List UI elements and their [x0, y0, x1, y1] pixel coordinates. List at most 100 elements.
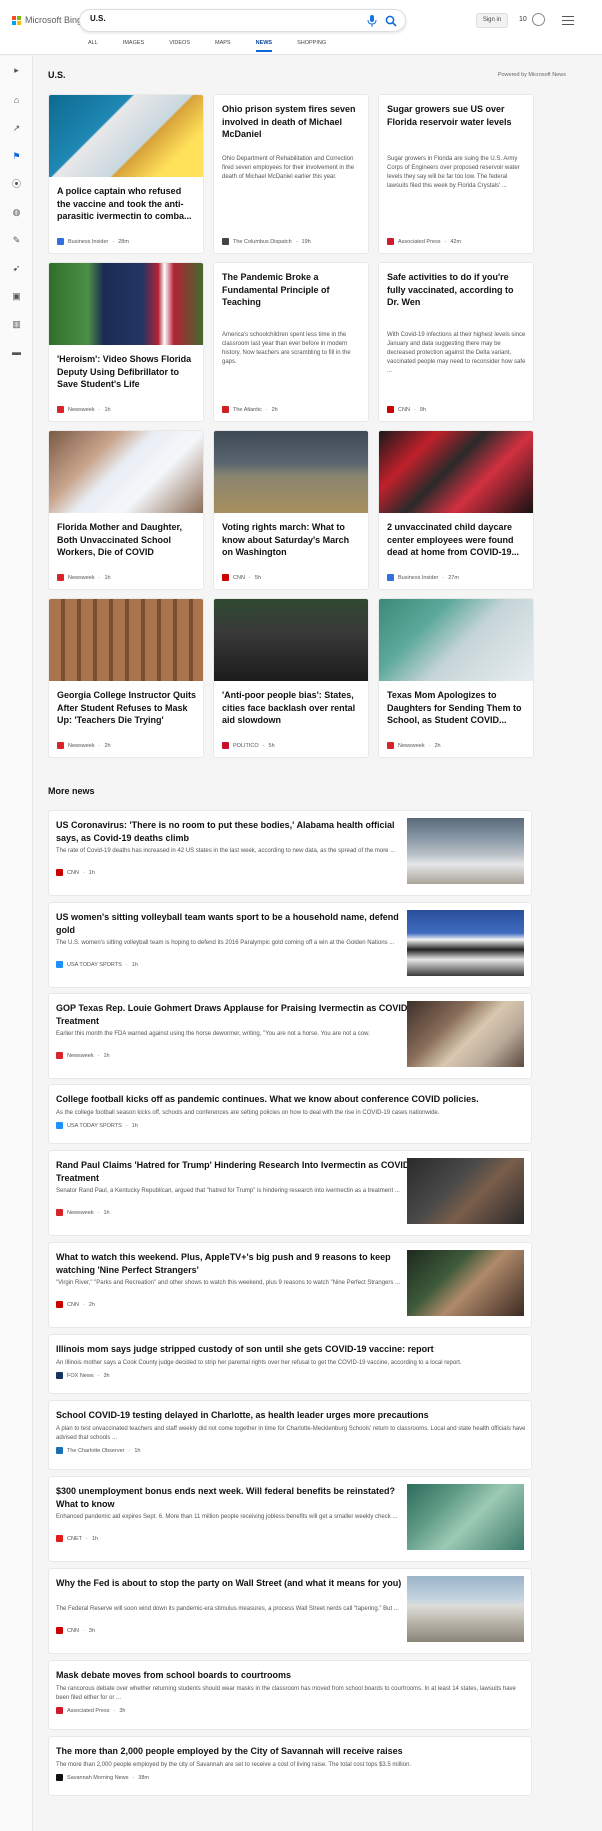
sign-in-button[interactable]: Sign in [476, 13, 508, 28]
rewards-points[interactable]: 10 [519, 16, 527, 23]
microsoft-logo-icon [12, 15, 21, 25]
more-news-item[interactable]: Mask debate moves from school boards to … [48, 1660, 532, 1730]
publisher-logo-icon [56, 1535, 63, 1542]
news-card-source: The Columbus Dispatch · 19h [222, 238, 311, 245]
more-news-title[interactable]: College football kicks off as pandemic c… [56, 1093, 526, 1106]
more-news-thumbnail[interactable] [407, 1250, 524, 1316]
news-card-title[interactable]: Sugar growers sue US over Florida reserv… [387, 103, 527, 128]
world-globe-icon[interactable]: ◍ [12, 208, 21, 217]
publish-time: 1h [134, 1447, 141, 1454]
news-card[interactable]: The Pandemic Broke a Fundamental Princip… [213, 262, 369, 422]
more-news-title[interactable]: School COVID-19 testing delayed in Charl… [56, 1409, 526, 1422]
news-card-image[interactable] [379, 431, 533, 513]
more-news-thumbnail[interactable] [407, 1001, 524, 1067]
more-news-thumbnail[interactable] [407, 1484, 524, 1550]
publisher-logo-icon [56, 1122, 63, 1129]
news-card-title[interactable]: The Pandemic Broke a Fundamental Princip… [222, 271, 362, 309]
separator-dot: · [413, 406, 416, 413]
separator-dot: · [125, 961, 128, 968]
more-news-item[interactable]: Illinois mom says judge stripped custody… [48, 1334, 532, 1394]
hamburger-menu-icon[interactable] [562, 16, 574, 25]
more-news-thumbnail[interactable] [407, 1576, 524, 1642]
news-card-title[interactable]: Georgia College Instructor Quits After S… [57, 689, 197, 727]
expand-arrow-icon[interactable]: ▸ [12, 66, 21, 75]
news-card-title[interactable]: 2 unvaccinated child daycare center empl… [387, 521, 527, 559]
more-news-item[interactable]: US women's sitting volleyball team wants… [48, 902, 532, 988]
more-news-thumbnail[interactable] [407, 818, 524, 884]
news-card[interactable]: Ohio prison system fires seven involved … [213, 94, 369, 254]
news-card-title[interactable]: Ohio prison system fires seven involved … [222, 103, 362, 141]
rewards-trophy-icon[interactable] [532, 13, 545, 26]
news-card[interactable]: 'Anti-poor people bias': States, cities … [213, 598, 369, 758]
news-card-image[interactable] [49, 599, 203, 681]
news-card-title[interactable]: 'Anti-poor people bias': States, cities … [222, 689, 362, 727]
tab-shopping[interactable]: SHOPPING [297, 40, 326, 52]
local-pin-icon[interactable]: ⦿ [12, 180, 21, 189]
news-card-image[interactable] [214, 599, 368, 681]
more-news-title[interactable]: Mask debate moves from school boards to … [56, 1669, 526, 1682]
technology-rocket-icon[interactable]: ➹ [12, 264, 21, 273]
news-card-title[interactable]: Voting rights march: What to know about … [222, 521, 362, 559]
microphone-icon[interactable] [367, 15, 377, 27]
more-news-title[interactable]: $300 unemployment bonus ends next week. … [56, 1485, 416, 1510]
more-news-item[interactable]: US Coronavirus: 'There is no room to put… [48, 810, 532, 896]
news-card-source: Newsweek · 2h [387, 742, 441, 749]
more-news-title[interactable]: US Coronavirus: 'There is no room to put… [56, 819, 416, 844]
more-news-item[interactable]: Why the Fed is about to stop the party o… [48, 1568, 532, 1654]
tab-all[interactable]: ALL [88, 40, 98, 52]
news-card-image[interactable] [49, 95, 203, 177]
science-icon[interactable]: ✎ [12, 236, 21, 245]
news-card-image[interactable] [214, 431, 368, 513]
more-news-thumbnail[interactable] [407, 1158, 524, 1224]
news-card[interactable]: Georgia College Instructor Quits After S… [48, 598, 204, 758]
news-card[interactable]: Sugar growers sue US over Florida reserv… [378, 94, 534, 254]
news-card-title[interactable]: Safe activities to do if you're fully va… [387, 271, 527, 309]
search-icon[interactable] [385, 15, 397, 27]
news-card-image[interactable] [379, 599, 533, 681]
more-news-title[interactable]: The more than 2,000 people employed by t… [56, 1745, 526, 1758]
more-news-item[interactable]: Rand Paul Claims 'Hatred for Trump' Hind… [48, 1150, 532, 1236]
separator-dot: · [428, 742, 431, 749]
more-news-title[interactable]: Why the Fed is about to stop the party o… [56, 1577, 416, 1590]
news-card-image[interactable] [49, 431, 203, 513]
news-card[interactable]: Florida Mother and Daughter, Both Unvacc… [48, 430, 204, 590]
entertainment-icon[interactable]: ▣ [12, 292, 21, 301]
news-card-title[interactable]: Texas Mom Apologizes to Daughters for Se… [387, 689, 527, 727]
news-card[interactable]: Voting rights march: What to know about … [213, 430, 369, 590]
news-card[interactable]: A police captain who refused the vaccine… [48, 94, 204, 254]
more-news-title[interactable]: Rand Paul Claims 'Hatred for Trump' Hind… [56, 1159, 416, 1184]
more-news-title[interactable]: US women's sitting volleyball team wants… [56, 911, 416, 936]
news-card[interactable]: 2 unvaccinated child daycare center empl… [378, 430, 534, 590]
tab-maps[interactable]: MAPS [215, 40, 231, 52]
more-news-item[interactable]: What to watch this weekend. Plus, AppleT… [48, 1242, 532, 1328]
money-icon[interactable]: ▬ [12, 348, 21, 357]
more-news-title[interactable]: Illinois mom says judge stripped custody… [56, 1343, 526, 1356]
more-news-item[interactable]: The more than 2,000 people employed by t… [48, 1736, 532, 1796]
home-icon[interactable]: ⌂ [12, 96, 21, 105]
politics-icon[interactable]: ▥ [12, 320, 21, 329]
more-news-title[interactable]: GOP Texas Rep. Louie Gohmert Draws Appla… [56, 1002, 416, 1027]
more-news-item[interactable]: $300 unemployment bonus ends next week. … [48, 1476, 532, 1562]
more-news-item[interactable]: School COVID-19 testing delayed in Charl… [48, 1400, 532, 1470]
news-card[interactable]: Texas Mom Apologizes to Daughters for Se… [378, 598, 534, 758]
more-news-source: FOX News · 3h [56, 1372, 110, 1379]
more-news-thumbnail[interactable] [407, 910, 524, 976]
search-input[interactable] [90, 14, 340, 23]
news-card-title[interactable]: Florida Mother and Daughter, Both Unvacc… [57, 521, 197, 559]
more-news-item[interactable]: GOP Texas Rep. Louie Gohmert Draws Appla… [48, 993, 532, 1079]
more-news-title[interactable]: What to watch this weekend. Plus, AppleT… [56, 1251, 416, 1276]
news-card-title[interactable]: A police captain who refused the vaccine… [57, 185, 197, 223]
bing-logo[interactable]: Microsoft Bing [12, 15, 82, 25]
search-box[interactable] [79, 9, 406, 32]
news-card[interactable]: Safe activities to do if you're fully va… [378, 262, 534, 422]
more-news-item[interactable]: College football kicks off as pandemic c… [48, 1084, 532, 1144]
news-card[interactable]: 'Heroism': Video Shows Florida Deputy Us… [48, 262, 204, 422]
tab-images[interactable]: IMAGES [123, 40, 144, 52]
us-news-flag-icon[interactable]: ⚑ [12, 152, 21, 161]
separator-dot: · [82, 1301, 85, 1308]
news-card-title[interactable]: 'Heroism': Video Shows Florida Deputy Us… [57, 353, 197, 391]
tab-news[interactable]: NEWS [255, 40, 272, 52]
tab-videos[interactable]: VIDEOS [169, 40, 190, 52]
trending-icon[interactable]: ↗ [12, 124, 21, 133]
news-card-image[interactable] [49, 263, 203, 345]
